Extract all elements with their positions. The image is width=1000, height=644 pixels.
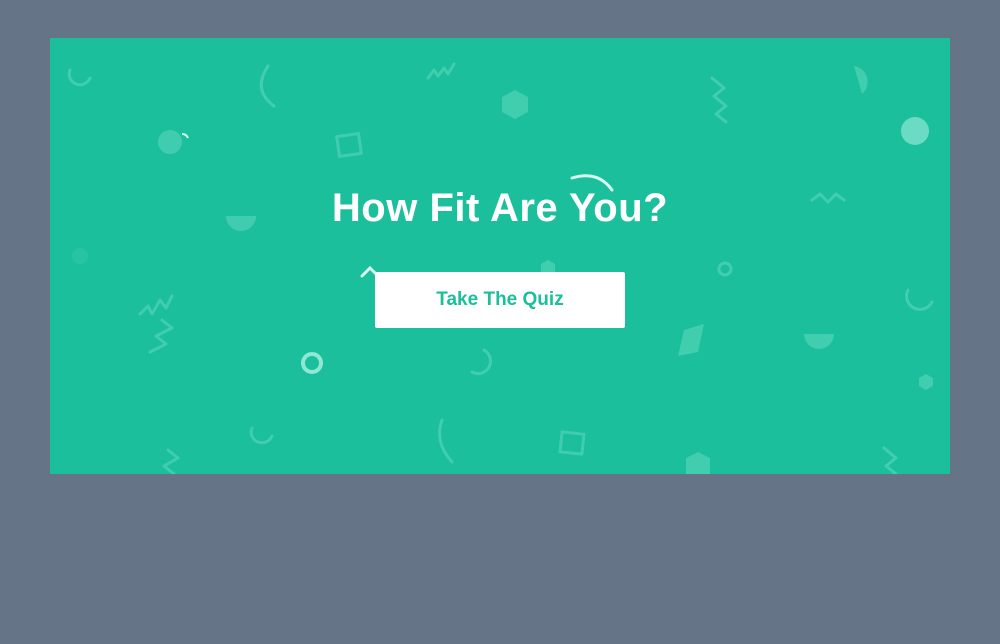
banner-content: How Fit Are You? Take The Quiz <box>50 38 950 474</box>
page-title: How Fit Are You? <box>331 186 669 230</box>
quiz-banner: How Fit Are You? Take The Quiz <box>50 38 950 474</box>
take-quiz-button[interactable]: Take The Quiz <box>375 272 625 328</box>
